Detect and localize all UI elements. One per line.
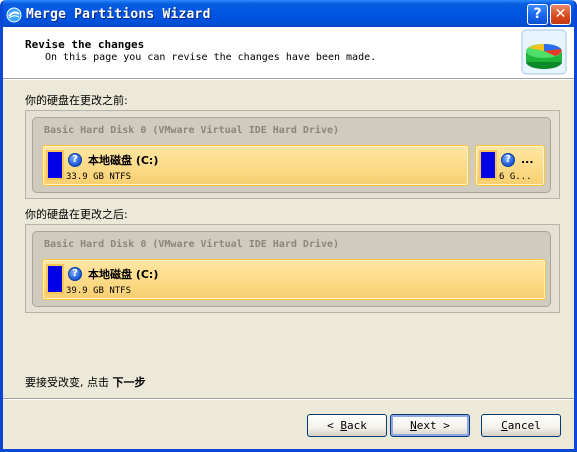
before-disk: Basic Hard Disk 0 (VMware Virtual IDE Ha…	[32, 117, 551, 193]
before-partition-2[interactable]: ? ... 6 G...	[475, 145, 545, 186]
instruction-next: 下一步	[112, 376, 146, 389]
page-subtitle: On this page you can revise the changes …	[45, 52, 377, 63]
partition-name: ...	[521, 153, 534, 166]
next-label: ext	[416, 419, 437, 432]
after-partition-c[interactable]: ? 本地磁盘 (C:) 39.9 GB NTFS	[42, 259, 546, 300]
disk-logo-icon	[521, 29, 567, 75]
back-button[interactable]: < Back	[307, 414, 387, 437]
cancel-button[interactable]: Cancel	[481, 414, 561, 437]
partition-usage-bar	[46, 150, 64, 180]
instruction-lead: 要接受改变, 点击	[25, 376, 109, 389]
header-divider	[3, 79, 574, 80]
footer-divider	[3, 398, 574, 400]
wizard-header: Revise the changes On this page you can …	[3, 27, 574, 79]
help-button[interactable]: ?	[527, 4, 548, 25]
before-disk-title: Basic Hard Disk 0 (VMware Virtual IDE Ha…	[44, 125, 340, 136]
wizard-window: Merge Partitions Wizard ? ✕ Revise the c…	[0, 0, 577, 452]
instruction-text: 要接受改变, 点击 下一步	[25, 374, 146, 390]
partition-usage-bar	[479, 150, 497, 180]
partition-info-icon: ?	[68, 267, 82, 281]
cancel-label: ancel	[507, 419, 541, 432]
partition-size: 33.9 GB NTFS	[66, 172, 132, 182]
back-label: ack	[347, 419, 367, 432]
title-bar[interactable]: Merge Partitions Wizard ? ✕	[3, 0, 574, 30]
close-button[interactable]: ✕	[550, 4, 571, 25]
before-partition-c[interactable]: ? 本地磁盘 (C:) 33.9 GB NTFS	[42, 145, 469, 186]
next-arrow: >	[443, 419, 450, 432]
after-disk-title: Basic Hard Disk 0 (VMware Virtual IDE Ha…	[44, 239, 340, 250]
window-title: Merge Partitions Wizard	[26, 7, 211, 22]
cancel-accel-key: C	[501, 419, 508, 432]
after-disk: Basic Hard Disk 0 (VMware Virtual IDE Ha…	[32, 231, 551, 307]
next-button[interactable]: Next >	[390, 414, 470, 437]
after-label: 你的硬盘在更改之后:	[25, 208, 128, 221]
back-accel-key: B	[340, 419, 347, 432]
next-accel-key: N	[410, 419, 417, 432]
partition-size: 6 G...	[499, 172, 532, 182]
partition-name: 本地磁盘 (C:)	[88, 268, 159, 281]
after-panel: Basic Hard Disk 0 (VMware Virtual IDE Ha…	[25, 224, 560, 313]
partition-name: 本地磁盘 (C:)	[88, 154, 159, 167]
app-icon	[6, 7, 22, 23]
page-title: Revise the changes	[25, 38, 145, 51]
before-label: 你的硬盘在更改之前:	[25, 94, 128, 107]
back-arrow: <	[327, 419, 334, 432]
partition-size: 39.9 GB NTFS	[66, 286, 132, 296]
partition-info-icon: ?	[501, 153, 515, 167]
before-panel: Basic Hard Disk 0 (VMware Virtual IDE Ha…	[25, 110, 560, 199]
partition-usage-bar	[46, 264, 64, 294]
partition-info-icon: ?	[68, 153, 82, 167]
